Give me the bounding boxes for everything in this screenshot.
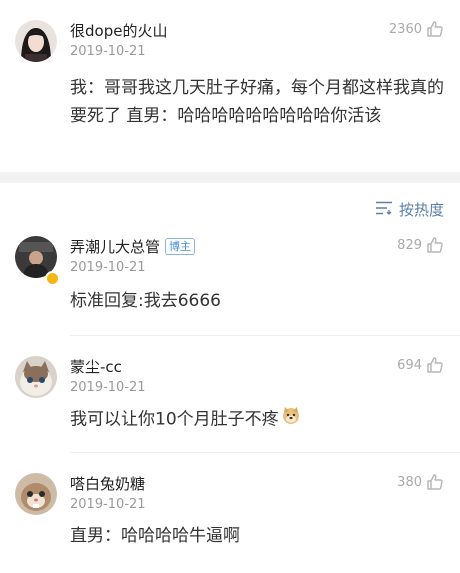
commenter-avatar[interactable] [15, 356, 57, 398]
section-divider [0, 172, 460, 183]
comment-date: 2019-10-21 [70, 497, 146, 512]
like-count: 380 [397, 474, 422, 490]
like-count: 694 [397, 357, 422, 373]
comment-content: 标准回复:我去6666 [70, 291, 221, 311]
comment-like-button[interactable]: 694 [397, 356, 444, 374]
comment-content: 直男：哈哈哈哈牛逼啊 [70, 526, 240, 546]
post-username[interactable]: 很dope的火山 [70, 20, 167, 41]
author-badge: 博主 [165, 238, 196, 255]
commenter-username[interactable]: 弄潮儿大总管 [70, 236, 160, 257]
comment-date: 2019-10-21 [70, 260, 146, 275]
commenter-username[interactable]: 嗒白兔奶糖 [70, 473, 145, 494]
user-avatar[interactable] [15, 20, 57, 62]
post-date: 2019-10-21 [70, 44, 146, 59]
verified-badge-icon [45, 271, 60, 286]
original-post: 很dope的火山 2019-10-21 2360 我：哥哥我这几天肚子好痛，每个… [0, 0, 460, 172]
doge-emoji-icon [281, 405, 301, 434]
sort-label: 按热度 [398, 201, 444, 219]
comment-item: 弄潮儿大总管 博主 2019-10-21 829 标准回复:我去6666 [0, 235, 460, 336]
sort-lines-icon [375, 200, 393, 219]
thumbs-up-icon [427, 357, 443, 373]
comment-text: 我可以让你10个月肚子不疼 [70, 409, 279, 430]
like-count: 2360 [388, 21, 422, 37]
like-count: 829 [397, 237, 422, 253]
commenter-avatar[interactable] [15, 473, 57, 515]
comment-like-button[interactable]: 380 [397, 473, 444, 491]
post-content: 我：哥哥我这几天肚子好痛，每个月都这样我真的要死了 直男：哈哈哈哈哈哈哈哈哈你活… [70, 78, 444, 126]
commenter-username[interactable]: 蒙尘-cc [70, 356, 122, 377]
comment-item: 蒙尘-cc 2019-10-21 694 我可以让你10个月肚子不疼 [0, 336, 460, 453]
sort-button[interactable]: 按热度 [375, 199, 444, 220]
comment-item: 嗒白兔奶糖 2019-10-21 380 直男：哈哈哈哈牛逼啊 [0, 453, 460, 570]
comment-content: 我可以让你10个月肚子不疼 [70, 405, 446, 434]
comment-like-button[interactable]: 829 [397, 236, 444, 254]
thumbs-up-icon [427, 237, 443, 253]
thumbs-up-icon [427, 21, 443, 37]
post-like-button[interactable]: 2360 [389, 20, 444, 38]
sort-bar: 按热度 [0, 183, 460, 235]
comment-date: 2019-10-21 [70, 380, 146, 395]
thumbs-up-icon [427, 474, 443, 490]
